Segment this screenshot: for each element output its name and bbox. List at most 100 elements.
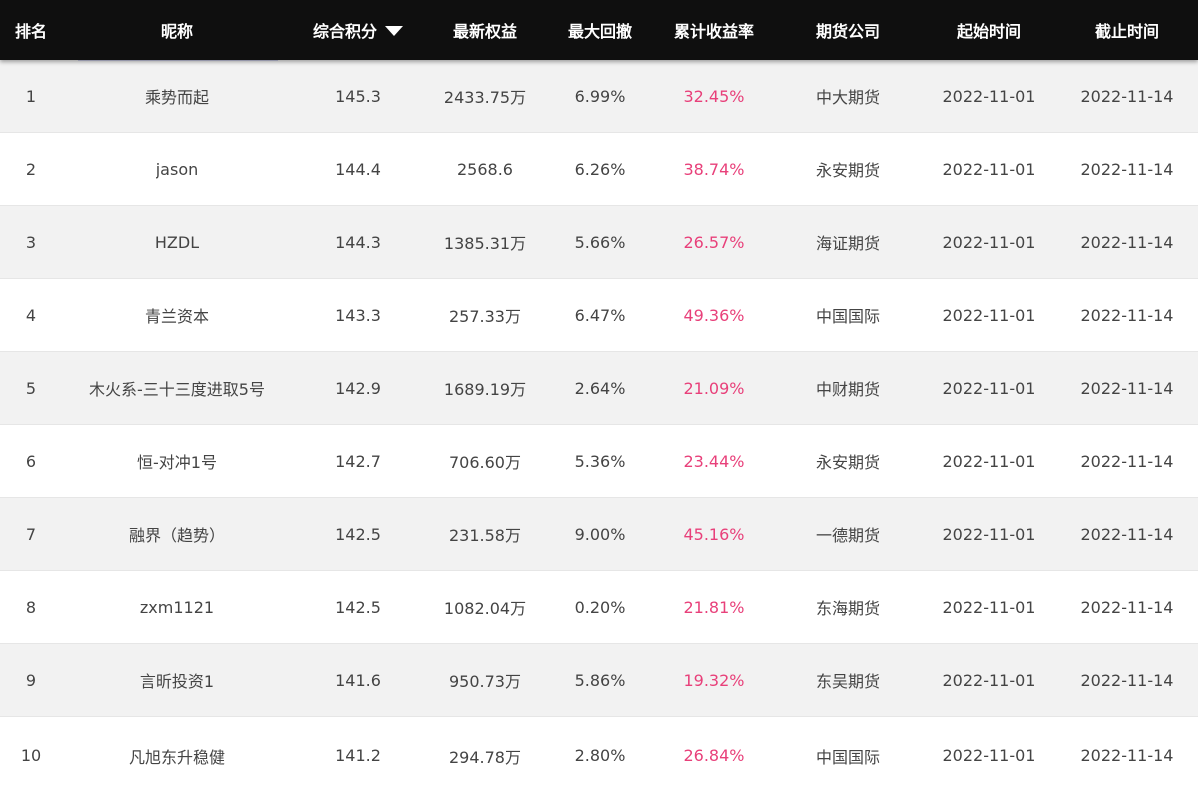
cell-equity: 231.58万 [449, 526, 521, 545]
header-nickname[interactable]: 昵称 [62, 0, 292, 60]
cell-nickname[interactable]: 恒-对冲1号 [62, 425, 292, 497]
nickname-text[interactable]: 恒-对冲1号 [137, 449, 217, 473]
cell-start-time: 2022-11-01 [942, 597, 1036, 617]
nickname-text[interactable]: HZDL [155, 233, 199, 252]
cell-company: 东吴期货 [815, 672, 880, 691]
cell-equity: 1385.31万 [443, 234, 527, 253]
cell-drawdown: 6.47% [574, 305, 626, 325]
cell-drawdown: 2.64% [574, 378, 626, 398]
table-row[interactable]: 8 zxm1121 142.5 1082.04万 0.20% 21.81% 东海… [0, 571, 1198, 644]
cell-company: 东海期货 [815, 599, 880, 618]
cell-score: 144.3 [335, 232, 381, 252]
nickname-text[interactable]: zxm1121 [140, 598, 214, 617]
header-score-label: 综合积分 [312, 22, 377, 41]
cell-return: 26.84% [683, 746, 745, 765]
cell-company: 海证期货 [815, 234, 880, 253]
cell-company: 永安期货 [815, 161, 880, 180]
header-rank[interactable]: 排名 [0, 0, 62, 60]
cell-drawdown: 9.00% [574, 524, 626, 544]
table-row[interactable]: 5 木火系-三十三度进取5号 142.9 1689.19万 2.64% 21.0… [0, 352, 1198, 425]
cell-company: 中国国际 [815, 307, 880, 326]
cell-nickname[interactable]: 乘势而起 [62, 60, 292, 132]
cell-nickname[interactable]: zxm1121 [62, 571, 292, 643]
header-drawdown[interactable]: 最大回撤 [546, 0, 654, 60]
cell-score: 141.2 [335, 746, 381, 765]
cell-score: 143.3 [335, 305, 381, 325]
header-equity[interactable]: 最新权益 [424, 0, 546, 60]
cell-drawdown: 6.26% [574, 159, 626, 179]
nickname-text[interactable]: 青兰资本 [145, 303, 209, 327]
table-row[interactable]: 9 言昕投资1 141.6 950.73万 5.86% 19.32% 东吴期货 … [0, 644, 1198, 717]
nickname-text[interactable]: 凡旭东升稳健 [129, 744, 225, 768]
cell-nickname[interactable]: jason [62, 133, 292, 205]
cell-rank: 7 [25, 524, 37, 544]
cell-nickname[interactable]: 木火系-三十三度进取5号 [62, 352, 292, 424]
header-score-sortable[interactable]: 综合积分 [292, 0, 424, 60]
header-company[interactable]: 期货公司 [774, 0, 922, 60]
table-row[interactable]: 7 融界（趋势） 142.5 231.58万 9.00% 45.16% 一德期货… [0, 498, 1198, 571]
cell-end-time: 2022-11-14 [1080, 159, 1174, 179]
cell-company: 一德期货 [815, 526, 880, 545]
sort-desc-icon[interactable] [385, 26, 403, 36]
cell-equity: 2433.75万 [443, 88, 527, 107]
table-row[interactable]: 1 乘势而起 145.3 2433.75万 6.99% 32.45% 中大期货 … [0, 60, 1198, 133]
cell-return: 49.36% [683, 305, 745, 325]
table-row[interactable]: 3 HZDL 144.3 1385.31万 5.66% 26.57% 海证期货 … [0, 206, 1198, 279]
nickname-text[interactable]: 融界（趋势） [129, 522, 225, 546]
cell-drawdown: 5.86% [574, 670, 626, 690]
cell-rank: 5 [25, 378, 37, 398]
table-header: 排名 昵称 综合积分 最新权益 最大回撤 累计收益率 期货公司 起始时间 截止时… [0, 0, 1198, 60]
table-row[interactable]: 6 恒-对冲1号 142.7 706.60万 5.36% 23.44% 永安期货… [0, 425, 1198, 498]
table-row[interactable]: 4 青兰资本 143.3 257.33万 6.47% 49.36% 中国国际 2… [0, 279, 1198, 352]
cell-return: 38.74% [683, 159, 745, 179]
cell-rank: 4 [25, 305, 37, 325]
cell-end-time: 2022-11-14 [1080, 670, 1174, 690]
cell-equity: 950.73万 [449, 672, 521, 691]
cell-drawdown: 5.36% [574, 451, 626, 471]
cell-return: 45.16% [683, 524, 745, 544]
cell-score: 142.9 [335, 378, 381, 398]
cell-end-time: 2022-11-14 [1080, 232, 1174, 252]
header-start-time[interactable]: 起始时间 [922, 0, 1056, 60]
cell-equity: 1689.19万 [443, 380, 527, 399]
cell-start-time: 2022-11-01 [942, 159, 1036, 179]
cell-start-time: 2022-11-01 [942, 378, 1036, 398]
cell-equity: 294.78万 [449, 747, 521, 767]
cell-nickname[interactable]: HZDL [62, 206, 292, 278]
cell-nickname[interactable]: 青兰资本 [62, 279, 292, 351]
cell-return: 32.45% [683, 86, 745, 106]
cell-score: 145.3 [335, 86, 381, 106]
cell-drawdown: 0.20% [574, 597, 626, 617]
cell-company: 中大期货 [815, 88, 880, 107]
table-row[interactable]: 2 jason 144.4 2568.6 6.26% 38.74% 永安期货 2… [0, 133, 1198, 206]
cell-nickname[interactable]: 凡旭东升稳健 [62, 717, 292, 790]
cell-start-time: 2022-11-01 [942, 670, 1036, 690]
table-body: 1 乘势而起 145.3 2433.75万 6.99% 32.45% 中大期货 … [0, 60, 1198, 790]
cell-start-time: 2022-11-01 [942, 305, 1036, 325]
nickname-text[interactable]: jason [156, 160, 199, 179]
table-row[interactable]: 10 凡旭东升稳健 141.2 294.78万 2.80% 26.84% 中国国… [0, 717, 1198, 790]
nickname-text[interactable]: 乘势而起 [145, 84, 209, 108]
cell-drawdown: 5.66% [574, 232, 626, 252]
cell-end-time: 2022-11-14 [1080, 597, 1174, 617]
cell-return: 23.44% [683, 451, 745, 471]
cell-end-time: 2022-11-14 [1080, 305, 1174, 325]
cell-end-time: 2022-11-14 [1080, 524, 1174, 544]
cell-start-time: 2022-11-01 [942, 746, 1036, 765]
cell-return: 26.57% [683, 232, 745, 252]
cell-equity: 1082.04万 [443, 599, 527, 618]
cell-start-time: 2022-11-01 [942, 524, 1036, 544]
header-end-time[interactable]: 截止时间 [1056, 0, 1198, 60]
cell-score: 144.4 [335, 159, 381, 179]
cell-rank: 8 [25, 597, 37, 617]
cell-nickname[interactable]: 融界（趋势） [62, 498, 292, 570]
cell-start-time: 2022-11-01 [942, 86, 1036, 106]
ranking-table: 排名 昵称 综合积分 最新权益 最大回撤 累计收益率 期货公司 起始时间 截止时… [0, 0, 1198, 790]
header-return[interactable]: 累计收益率 [654, 0, 774, 60]
nickname-text[interactable]: 木火系-三十三度进取5号 [89, 376, 265, 400]
cell-score: 142.7 [335, 451, 381, 471]
nickname-text[interactable]: 言昕投资1 [140, 668, 214, 692]
cell-rank: 1 [25, 86, 37, 106]
cell-nickname[interactable]: 言昕投资1 [62, 644, 292, 716]
cell-score: 142.5 [335, 524, 381, 544]
